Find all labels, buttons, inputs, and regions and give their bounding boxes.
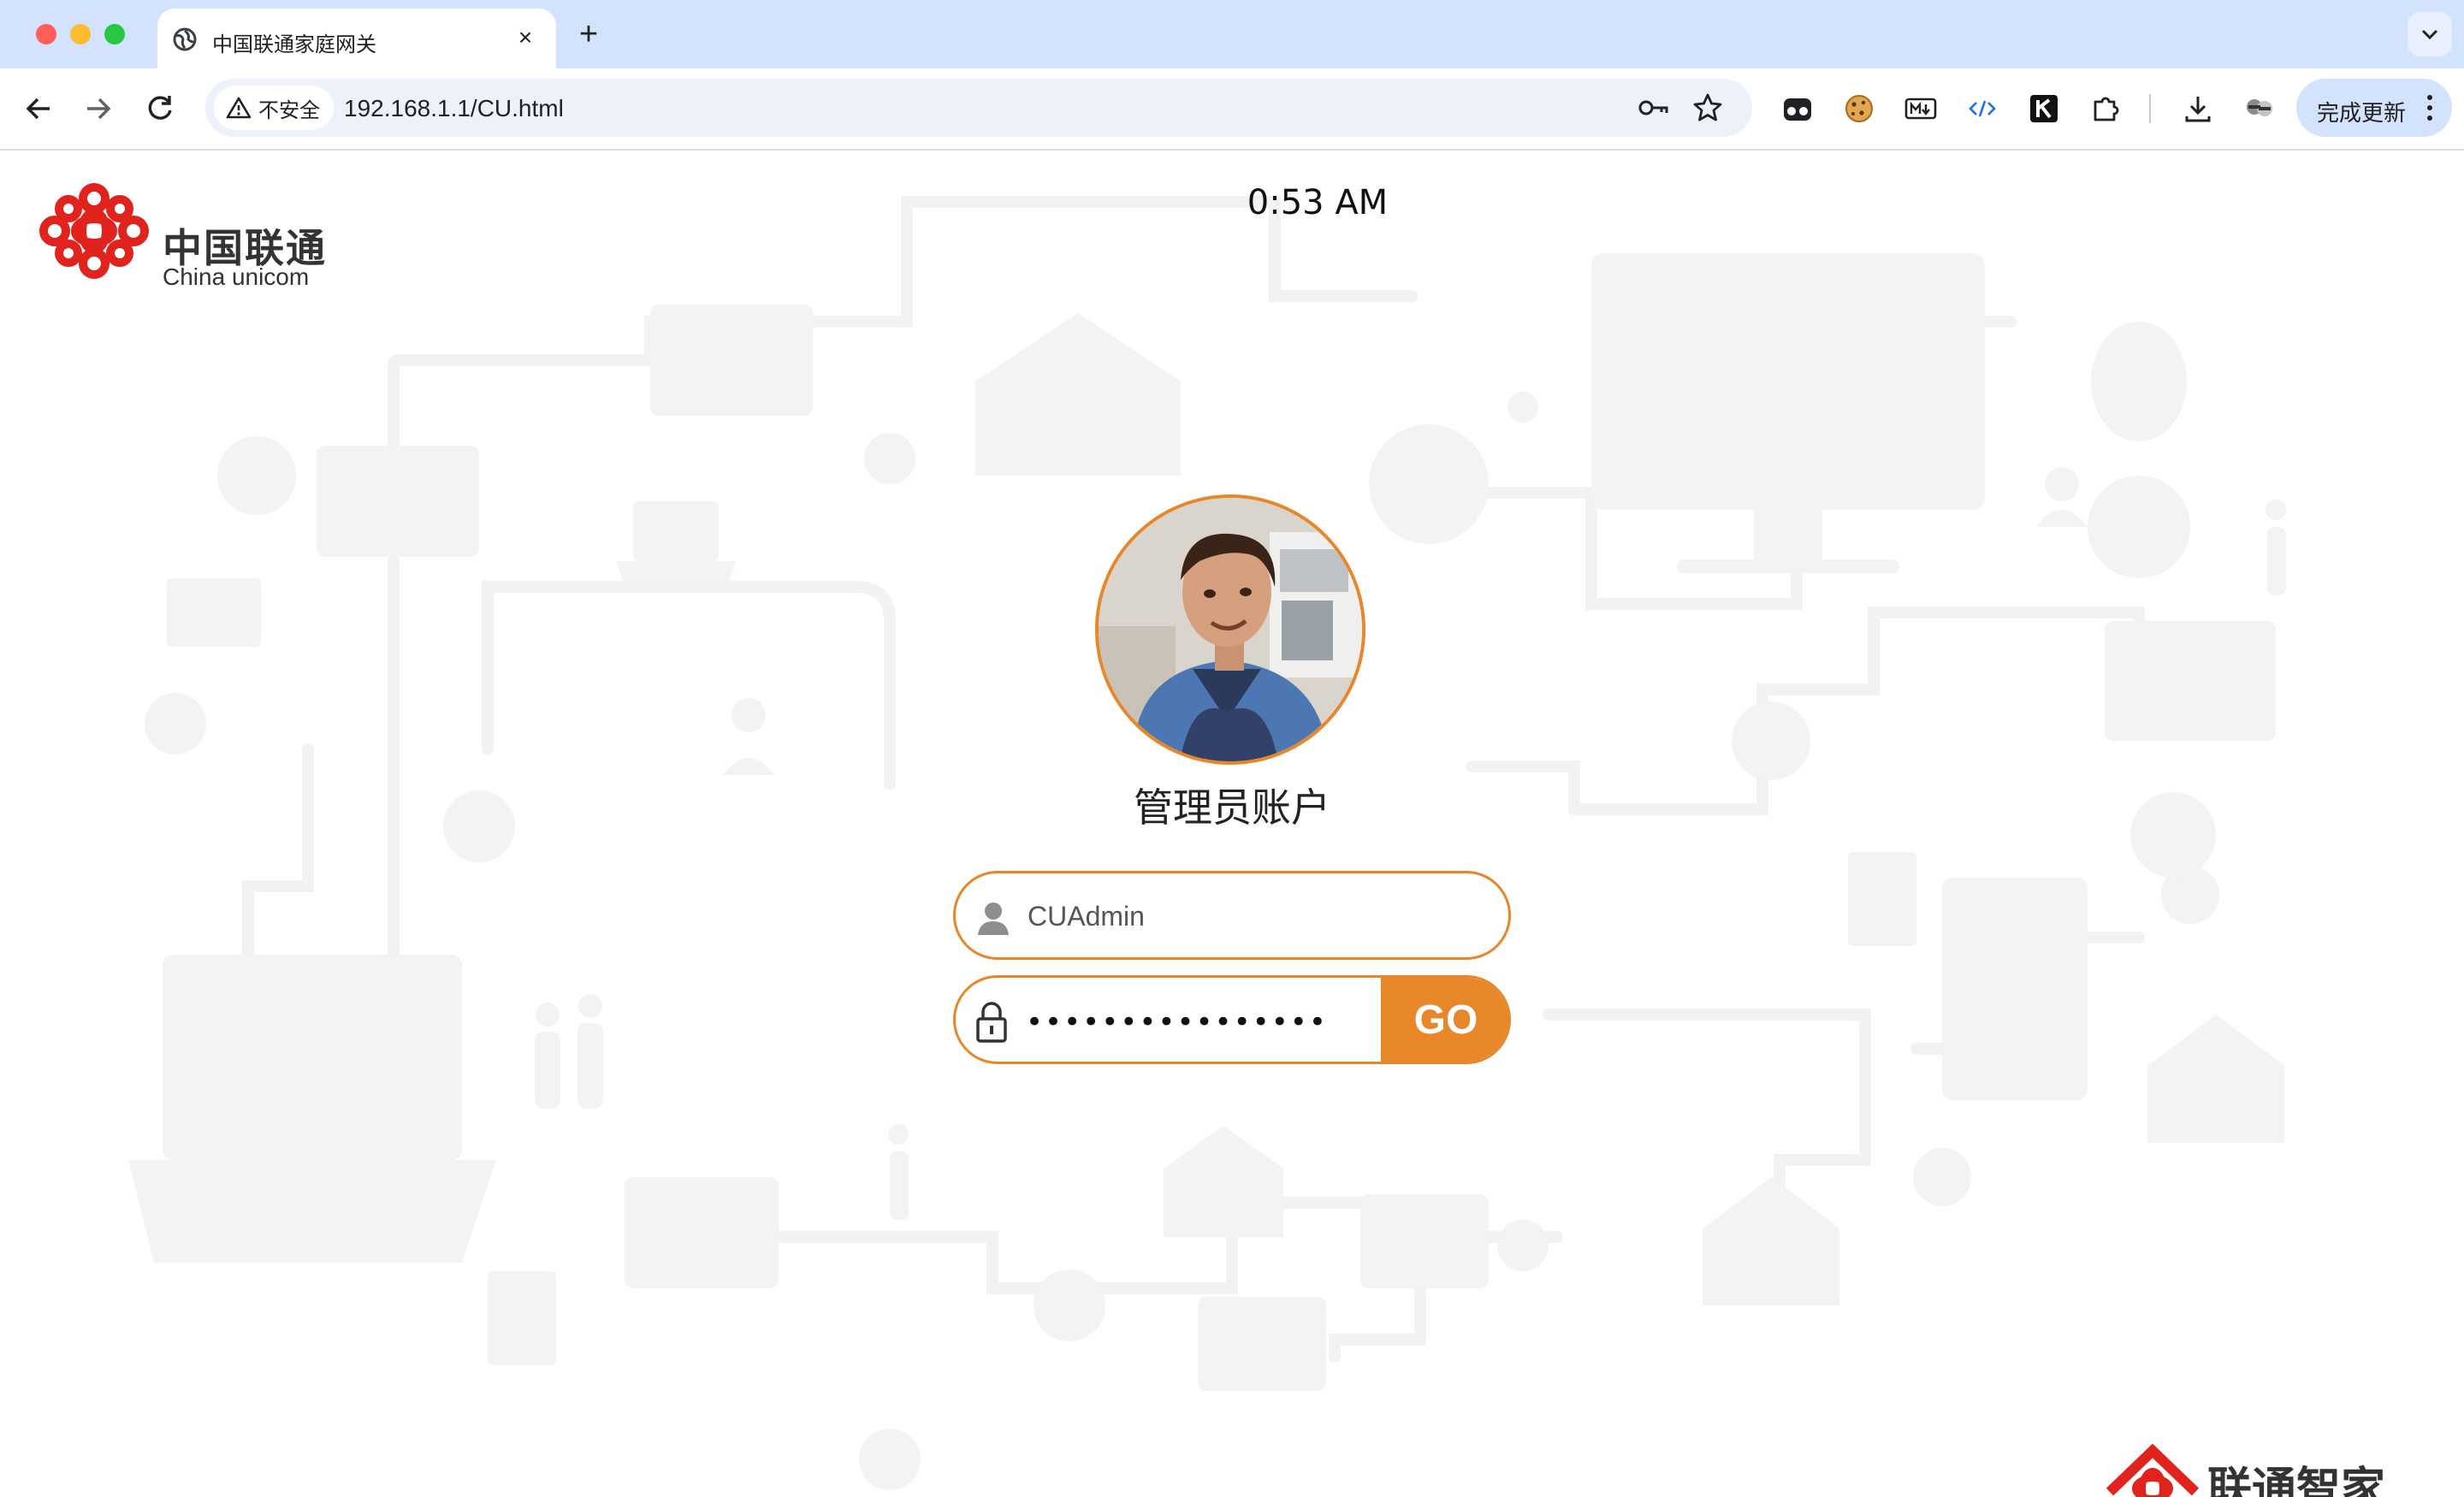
password-field[interactable]: GO [953,975,1511,1064]
markdown-icon[interactable] [1903,91,1939,127]
security-indicator[interactable]: 不安全 [214,86,334,130]
lock-icon [976,1002,1007,1043]
update-label: 完成更新 [2317,100,2407,126]
star-icon[interactable] [1691,91,1725,125]
clock-display: 0:53 AM [1247,183,1389,222]
more-vert-icon [2427,95,2432,121]
cookie-icon[interactable] [1841,91,1877,127]
password-input[interactable] [1026,1000,1368,1044]
admin-avatar [1095,494,1365,765]
globe-icon [173,27,197,51]
code-icon[interactable] [1964,91,2000,127]
username-field[interactable] [953,871,1511,960]
account-title: 管理员账户 [1134,784,1330,831]
unicom-knot-icon [39,183,149,279]
chevron-down-icon [2421,29,2438,40]
username-input[interactable] [1028,894,1472,938]
user-icon [978,902,1009,935]
new-tab-button[interactable]: + [572,17,606,51]
china-unicom-logo: 中国联通 China unicom [34,183,342,290]
download-icon[interactable] [2180,91,2216,127]
browser-tab[interactable]: 中国联通家庭网关 × [157,9,556,68]
reload-icon[interactable] [140,89,180,128]
warning-icon [226,97,252,119]
security-label: 不安全 [258,98,320,122]
login-page: 中国联通 China unicom 0:53 AM 管理员账户 CUAdmin … [0,151,2464,1497]
brand-name-en: China unicom [163,263,310,290]
forward-arrow-icon[interactable] [79,89,118,128]
window-minimize-button[interactable] [70,24,91,44]
browser-tab-bar: 中国联通家庭网关 × + [0,0,2464,68]
home-knot-icon [2106,1443,2200,1497]
toolbar-divider [2149,94,2151,123]
profile-icon[interactable] [2242,91,2277,127]
password-key-icon[interactable] [1636,92,1670,123]
puzzle-icon[interactable] [2088,91,2123,127]
window-maximize-button[interactable] [104,24,125,44]
url-text[interactable]: 192.168.1.1/CU.html [344,95,564,122]
tab-close-icon[interactable]: × [510,22,541,53]
back-arrow-icon[interactable] [19,89,58,128]
avatar-photo [1099,498,1362,761]
update-button[interactable]: 完成更新 [2296,79,2452,137]
incognito-icon[interactable] [1780,91,1815,127]
bottom-brand-logo: 联通智家 [2101,1441,2464,1497]
go-button[interactable]: GO [1381,978,1508,1062]
tab-title: 中国联通家庭网关 [212,33,376,56]
k-icon[interactable] [2026,91,2062,127]
bottom-brand-text: 联通智家 [2207,1464,2386,1497]
tab-search-button[interactable] [2408,12,2452,56]
address-bar[interactable]: 不安全 192.168.1.1/CU.html [205,79,1752,137]
browser-toolbar: 不安全 192.168.1.1/CU.html 完成更新 [0,68,2464,151]
window-close-button[interactable] [36,24,56,44]
